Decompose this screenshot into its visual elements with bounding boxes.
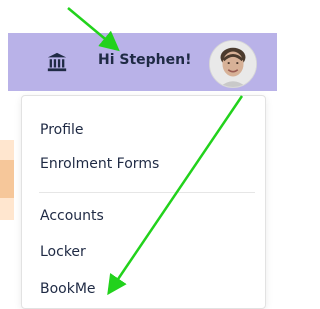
menu-item-enrolment-forms[interactable]: Enrolment Forms [40, 156, 159, 172]
user-greeting: Hi Stephen! [98, 52, 192, 68]
background-strip-accent [0, 160, 14, 198]
user-avatar[interactable] [209, 40, 257, 88]
menu-divider [39, 192, 255, 193]
header-bar: Hi Stephen! [8, 33, 277, 91]
menu-item-accounts[interactable]: Accounts [40, 208, 104, 224]
menu-item-profile[interactable]: Profile [40, 122, 84, 138]
user-dropdown-menu: Profile Enrolment Forms Accounts Locker … [21, 95, 266, 309]
menu-item-bookme[interactable]: BookMe [40, 281, 96, 297]
menu-item-locker[interactable]: Locker [40, 244, 86, 260]
bank-icon[interactable] [46, 51, 68, 73]
